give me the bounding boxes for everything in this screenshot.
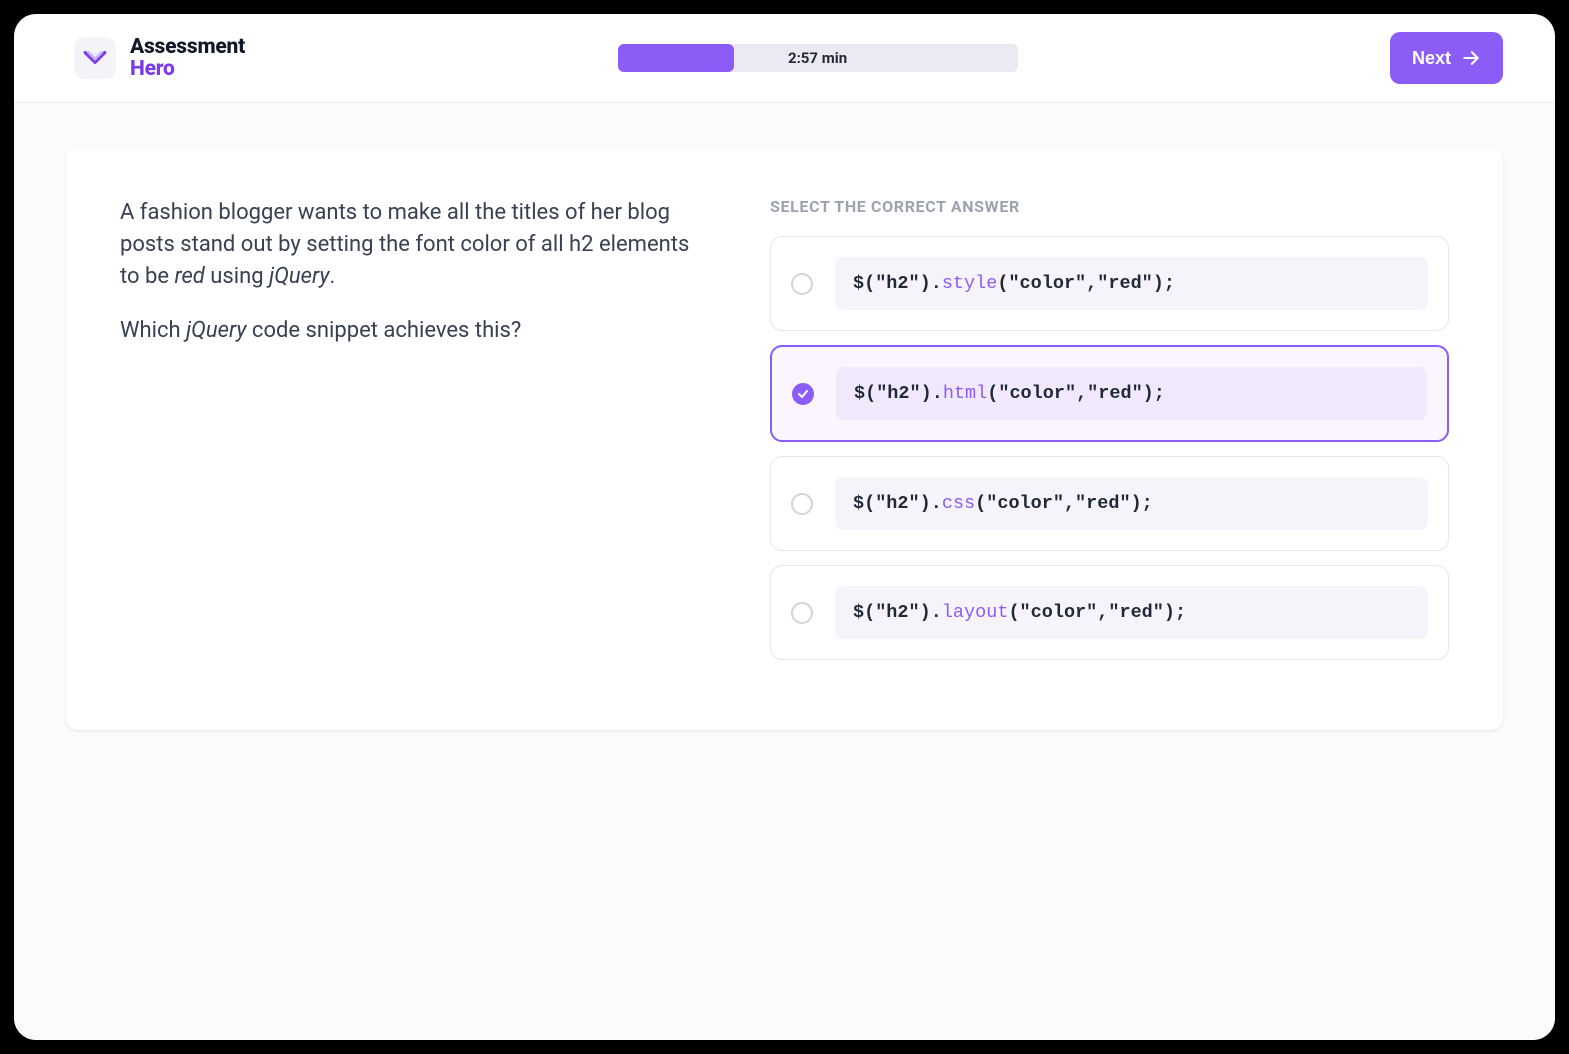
q2-pre: Which <box>120 318 186 343</box>
logo-line2: Hero <box>130 58 245 80</box>
code-snippet: $("h2").css("color","red"); <box>835 477 1428 530</box>
progress-fill <box>618 44 734 72</box>
question-card: A fashion blogger wants to make all the … <box>66 147 1503 730</box>
code-snippet: $("h2").layout("color","red"); <box>835 586 1428 639</box>
main-area: A fashion blogger wants to make all the … <box>14 103 1555 1040</box>
code-args: ("color","red"); <box>987 383 1165 404</box>
answer-option-0[interactable]: $("h2").style("color","red"); <box>770 236 1449 331</box>
logo: Assessment Hero <box>74 36 245 80</box>
radio-icon <box>791 602 813 624</box>
code-fn: layout <box>942 602 1009 623</box>
code-args: ("color","red"); <box>975 493 1153 514</box>
question-para-1: A fashion blogger wants to make all the … <box>120 197 710 293</box>
arrow-right-icon <box>1461 48 1481 68</box>
answer-option-2[interactable]: $("h2").css("color","red"); <box>770 456 1449 551</box>
answer-option-3[interactable]: $("h2").layout("color","red"); <box>770 565 1449 660</box>
question-column: A fashion blogger wants to make all the … <box>120 197 710 674</box>
q1-em2: jQuery <box>269 264 329 289</box>
code-prefix: $("h2"). <box>853 493 942 514</box>
code-snippet: $("h2").style("color","red"); <box>835 257 1428 310</box>
q1-post: . <box>329 264 335 289</box>
q2-em: jQuery <box>186 318 246 343</box>
code-prefix: $("h2"). <box>853 602 942 623</box>
progress-bar: 2:57 min <box>618 44 1018 72</box>
next-button-label: Next <box>1412 48 1451 69</box>
question-text: A fashion blogger wants to make all the … <box>120 197 710 347</box>
logo-line1: Assessment <box>130 36 245 58</box>
code-args: ("color","red"); <box>1008 602 1186 623</box>
answers-column: SELECT THE CORRECT ANSWER $("h2").style(… <box>770 197 1449 674</box>
timer-label: 2:57 min <box>788 49 847 67</box>
header-bar: Assessment Hero 2:57 min Next <box>14 14 1555 103</box>
radio-icon <box>791 493 813 515</box>
radio-icon <box>792 383 814 405</box>
q2-post: code snippet achieves this? <box>246 318 521 343</box>
logo-icon <box>74 37 116 79</box>
code-snippet: $("h2").html("color","red"); <box>836 367 1427 420</box>
answers-heading: SELECT THE CORRECT ANSWER <box>770 197 1449 216</box>
code-prefix: $("h2"). <box>853 273 942 294</box>
radio-icon <box>791 273 813 295</box>
question-para-2: Which jQuery code snippet achieves this? <box>120 315 710 347</box>
app-frame: Assessment Hero 2:57 min Next <box>14 14 1555 1040</box>
q1-mid: using <box>205 264 269 289</box>
code-fn: css <box>942 493 975 514</box>
next-button[interactable]: Next <box>1390 32 1503 84</box>
code-fn: style <box>942 273 998 294</box>
code-prefix: $("h2"). <box>854 383 943 404</box>
answer-option-1[interactable]: $("h2").html("color","red"); <box>770 345 1449 442</box>
progress-wrap: 2:57 min <box>245 44 1390 72</box>
code-args: ("color","red"); <box>997 273 1175 294</box>
q1-em1: red <box>174 264 204 289</box>
code-fn: html <box>943 383 987 404</box>
logo-text: Assessment Hero <box>130 36 245 80</box>
